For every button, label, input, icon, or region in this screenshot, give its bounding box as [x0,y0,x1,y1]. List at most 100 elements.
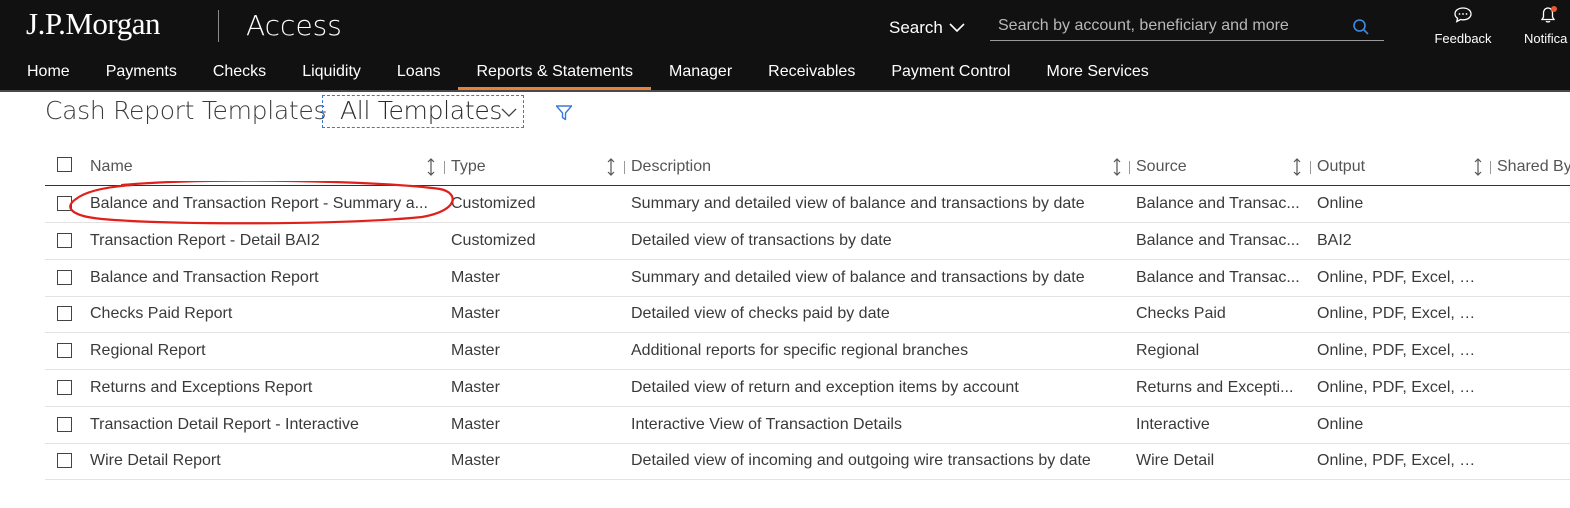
nav-more-services[interactable]: More Services [1028,56,1166,90]
row-checkbox[interactable] [57,453,72,468]
sort-icon[interactable] [1473,158,1483,181]
template-output: BAI2 [1317,232,1352,249]
row-checkbox[interactable] [57,233,72,248]
template-output: Online, PDF, Excel, C... [1317,305,1482,322]
template-description: Detailed view of incoming and outgoing w… [631,452,1091,469]
filter-icon[interactable] [555,104,573,127]
top-header: J.P.Morgan Access Search Feedback Notifi… [0,0,1570,92]
nav-payments[interactable]: Payments [88,56,195,90]
brand-logo[interactable]: J.P.Morgan [26,6,160,42]
chat-bubble-icon [1453,7,1473,27]
main-nav: Home Payments Checks Liquidity Loans Rep… [0,56,1167,90]
template-type: Customized [451,232,536,249]
nav-payment-control[interactable]: Payment Control [873,56,1028,90]
select-all-checkbox[interactable] [57,157,72,172]
template-name-link[interactable]: Transaction Report - Detail BAI2 [90,232,435,250]
template-type: Master [451,269,500,286]
template-description: Summary and detailed view of balance and… [631,269,1085,286]
template-filter-value: All Templates [340,96,503,125]
template-description: Summary and detailed view of balance and… [631,195,1085,212]
template-filter-dropdown[interactable]: All Templates [322,95,524,128]
template-type: Master [451,452,500,469]
template-source: Returns and Excepti... [1136,379,1294,396]
template-source: Interactive [1136,416,1210,433]
column-divider [1310,161,1311,174]
row-checkbox[interactable] [57,417,72,432]
column-header-source[interactable]: Source [1136,158,1187,176]
template-source: Regional [1136,342,1200,359]
row-checkbox[interactable] [57,196,72,211]
sort-icon[interactable] [1112,158,1122,181]
row-checkbox[interactable] [57,343,72,358]
product-name: Access [246,9,342,42]
template-description: Interactive View of Transaction Details [631,416,902,433]
template-type: Master [451,305,500,322]
table-row[interactable]: Balance and Transaction Report - Summary… [45,186,1570,223]
table-header: Name Type Description Source Output Shar… [45,148,1570,186]
template-output: Online, PDF, Excel, C... [1317,342,1482,359]
template-name-link[interactable]: Balance and Transaction Report [90,269,435,287]
notification-dot [1551,6,1557,12]
search-icon[interactable] [1352,18,1370,41]
search-input[interactable] [990,14,1358,38]
template-description: Detailed view of transactions by date [631,232,892,249]
template-name-link[interactable]: Returns and Exceptions Report [90,379,435,397]
template-description: Additional reports for specific regional… [631,342,969,359]
sort-icon[interactable] [1292,158,1302,181]
row-checkbox[interactable] [57,380,72,395]
template-output: Online [1317,195,1364,212]
table-row[interactable]: Balance and Transaction Report Master Su… [45,260,1570,297]
template-source: Checks Paid [1136,305,1226,322]
nav-loans[interactable]: Loans [379,56,459,90]
feedback-button[interactable]: Feedback [1433,6,1493,46]
template-type: Master [451,416,500,433]
notifications-label: Notifica [1524,31,1568,46]
column-header-shared-by[interactable]: Shared By [1497,158,1570,176]
table-row[interactable]: Checks Paid Report Master Detailed view … [45,296,1570,333]
template-name-link[interactable]: Regional Report [90,342,435,360]
template-source: Balance and Transac... [1136,232,1300,249]
chevron-down-icon [501,105,517,123]
template-source: Balance and Transac... [1136,269,1300,286]
column-header-type[interactable]: Type [451,158,486,176]
search-scope-dropdown[interactable]: Search [889,18,965,38]
table-row[interactable]: Regional Report Master Additional report… [45,333,1570,370]
nav-reports-statements[interactable]: Reports & Statements [458,56,651,90]
table-row[interactable]: Returns and Exceptions Report Master Det… [45,370,1570,407]
table-row[interactable]: Transaction Report - Detail BAI2 Customi… [45,223,1570,260]
notifications-button[interactable]: Notifica [1524,6,1570,46]
nav-receivables[interactable]: Receivables [750,56,873,90]
row-checkbox[interactable] [57,306,72,321]
template-output: Online, PDF, Excel, C... [1317,269,1482,286]
nav-home[interactable]: Home [0,56,88,90]
column-header-name[interactable]: Name [90,158,133,176]
search-scope-label: Search [889,18,943,37]
column-divider [1490,161,1491,174]
column-divider [1129,161,1130,174]
template-output: Online [1317,416,1364,433]
global-search [990,14,1384,41]
template-name-link[interactable]: Transaction Detail Report - Interactive [90,416,435,434]
template-name-link[interactable]: Checks Paid Report [90,305,435,323]
column-header-output[interactable]: Output [1317,158,1365,176]
template-source: Wire Detail [1136,452,1215,469]
nav-liquidity[interactable]: Liquidity [284,56,379,90]
feedback-label: Feedback [1434,31,1492,46]
sort-icon[interactable] [606,158,616,181]
table-row[interactable]: Transaction Detail Report - Interactive … [45,407,1570,444]
template-name-link[interactable]: Balance and Transaction Report - Summary… [90,195,435,213]
template-type: Master [451,342,500,359]
bell-icon [1540,6,1557,27]
template-output: Online, PDF, Excel, C... [1317,379,1482,396]
logo-divider [218,10,219,42]
column-divider [444,161,445,174]
column-header-description[interactable]: Description [631,158,711,176]
nav-checks[interactable]: Checks [195,56,284,90]
sort-icon[interactable] [426,158,436,181]
table-row[interactable]: Wire Detail Report Master Detailed view … [45,443,1570,480]
column-divider [624,161,625,174]
template-name-link[interactable]: Wire Detail Report [90,452,435,470]
nav-manager[interactable]: Manager [651,56,750,90]
template-description: Detailed view of checks paid by date [631,305,890,322]
row-checkbox[interactable] [57,270,72,285]
